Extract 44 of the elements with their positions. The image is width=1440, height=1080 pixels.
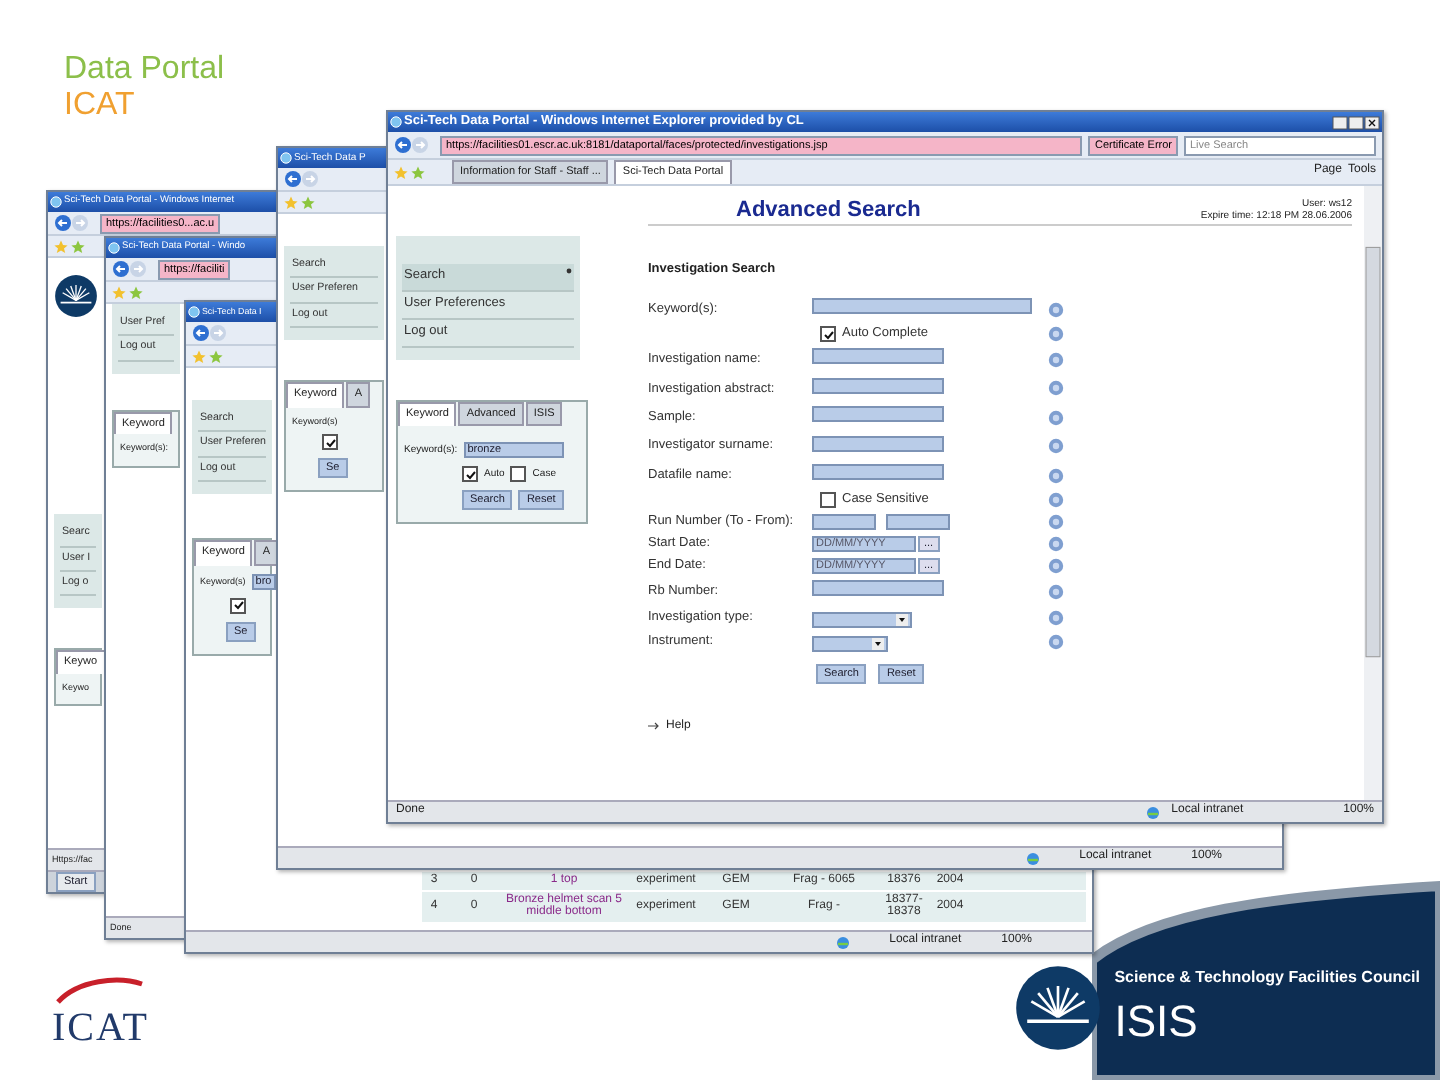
globe-icon: [1025, 851, 1040, 865]
bullet-icon: [566, 268, 572, 275]
favorites-star-icon[interactable]: [192, 349, 224, 363]
dropdown[interactable]: [812, 635, 888, 652]
back-forward-icon[interactable]: [112, 260, 152, 278]
input-field[interactable]: [812, 463, 944, 480]
globe-icon: [1145, 805, 1160, 819]
input-field[interactable]: [812, 377, 944, 394]
favorites-star-icon[interactable]: [284, 195, 316, 209]
caret-icon: [872, 637, 884, 650]
page-heading: Advanced Search: [736, 198, 923, 225]
input-field[interactable]: [812, 348, 944, 365]
dropdown[interactable]: [812, 611, 912, 628]
checkbox[interactable]: [820, 326, 836, 343]
input-field[interactable]: [812, 580, 944, 597]
checkbox[interactable]: [510, 466, 527, 483]
back-forward-icon[interactable]: [394, 136, 434, 154]
slide-subtitle: ICAT: [64, 88, 137, 126]
scrollbar[interactable]: [1364, 186, 1382, 800]
checkbox[interactable]: [322, 434, 338, 451]
slide-title: Data Portal: [64, 52, 225, 89]
input-field[interactable]: [812, 297, 1032, 314]
logo-text: ICAT: [52, 1004, 149, 1052]
back-forward-icon[interactable]: [192, 324, 232, 342]
input-field[interactable]: [812, 435, 944, 452]
checkbox[interactable]: [230, 597, 246, 614]
checkbox[interactable]: [820, 492, 836, 509]
caret-icon: [896, 613, 908, 626]
input-field[interactable]: [886, 514, 950, 531]
arrow-icon: [648, 722, 660, 731]
globe-icon: [835, 935, 850, 949]
favorites-star-icon[interactable]: [54, 239, 86, 253]
back-forward-icon[interactable]: [284, 170, 324, 188]
favorites-star-icon[interactable]: [112, 285, 144, 299]
sunburst-logo-icon: [1014, 964, 1103, 1052]
input-field[interactable]: [812, 406, 944, 423]
arc-logo-icon: [54, 976, 147, 1004]
input-field[interactable]: [812, 514, 876, 531]
checkbox[interactable]: [462, 466, 478, 483]
favorites-star-icon[interactable]: [394, 165, 426, 179]
window-controls-icon[interactable]: [1332, 115, 1380, 129]
back-forward-icon[interactable]: [54, 214, 94, 232]
facility-name: ISIS: [1114, 995, 1200, 1048]
council-name: Science & Technology Facilities Council: [1114, 968, 1420, 988]
